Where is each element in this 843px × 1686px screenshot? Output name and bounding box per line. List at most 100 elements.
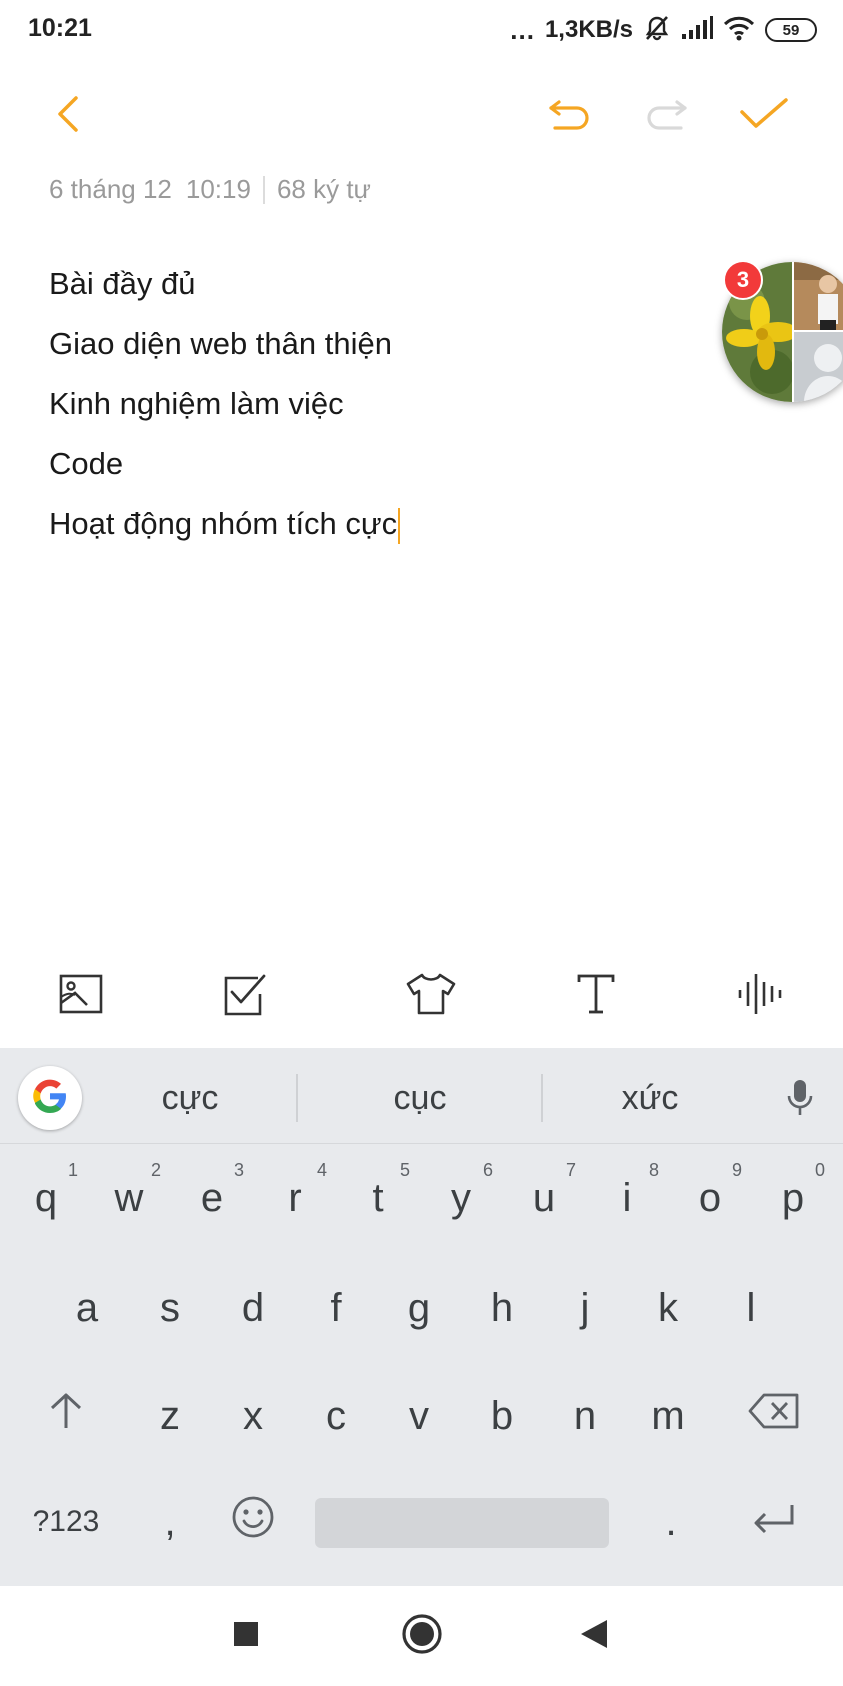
enter-key[interactable] [734, 1474, 814, 1570]
key-z[interactable]: z [130, 1368, 210, 1464]
checklist-button[interactable] [209, 960, 281, 1032]
back-triangle-icon [579, 1618, 609, 1655]
suggestion-2[interactable]: cục [340, 1072, 500, 1124]
enter-arrow-icon [752, 1500, 796, 1545]
note-time: 10:19 [185, 174, 251, 204]
key-y[interactable]: y6 [421, 1150, 501, 1246]
backspace-icon [748, 1393, 800, 1439]
google-logo-button[interactable] [18, 1066, 82, 1130]
key-u[interactable]: u7 [504, 1150, 584, 1246]
key-r[interactable]: r4 [255, 1150, 335, 1246]
note-editor[interactable]: Bài đầy đủ Giao diện web thân thiện Kinh… [49, 254, 689, 554]
note-date: 6 tháng 12 [49, 174, 172, 204]
note-line: Giao diện web thân thiện [49, 326, 392, 361]
text-format-button[interactable] [560, 960, 632, 1032]
suggestion-divider [296, 1074, 298, 1122]
key-label: q [34, 1175, 58, 1220]
home-circle-icon [401, 1613, 443, 1660]
key-s[interactable]: s [130, 1260, 210, 1356]
key-label: w [114, 1175, 144, 1220]
battery-icon: 59 [765, 18, 817, 42]
text-cursor [398, 507, 401, 544]
recents-button[interactable] [214, 1606, 278, 1666]
key-j[interactable]: j [545, 1260, 625, 1356]
back-button[interactable] [32, 80, 104, 152]
key-hint: 6 [482, 1160, 493, 1180]
key-w[interactable]: w2 [89, 1150, 169, 1246]
microphone-icon [786, 1078, 814, 1123]
key-hint: 2 [150, 1160, 161, 1180]
key-n[interactable]: n [545, 1368, 625, 1464]
key-label: t [372, 1175, 384, 1220]
key-i[interactable]: i8 [587, 1150, 667, 1246]
network-speed: 1,3KB/s [544, 16, 633, 43]
key-p[interactable]: p0 [753, 1150, 833, 1246]
key-label: o [698, 1175, 722, 1220]
key-m[interactable]: m [628, 1368, 708, 1464]
key-x[interactable]: x [213, 1368, 293, 1464]
key-a[interactable]: a [47, 1260, 127, 1356]
key-hint: 7 [565, 1160, 576, 1180]
key-k[interactable]: k [628, 1260, 708, 1356]
key-c[interactable]: c [296, 1368, 376, 1464]
voice-wave-icon [736, 972, 784, 1021]
smiley-icon [231, 1495, 275, 1549]
key-hint: 9 [731, 1160, 742, 1180]
key-v[interactable]: v [379, 1368, 459, 1464]
theme-button[interactable] [395, 960, 467, 1032]
signal-icon [681, 15, 713, 45]
undo-icon [547, 94, 593, 139]
key-label: y [451, 1175, 471, 1220]
key-d[interactable]: d [213, 1260, 293, 1356]
insert-image-button[interactable] [45, 960, 117, 1032]
suggestion-divider [541, 1074, 543, 1122]
spacebar[interactable] [315, 1498, 609, 1548]
checkmark-icon [739, 96, 789, 137]
emoji-key[interactable] [213, 1474, 293, 1570]
done-button[interactable] [728, 80, 800, 152]
period-key[interactable]: . [631, 1474, 711, 1570]
key-h[interactable]: h [462, 1260, 542, 1356]
checklist-icon [222, 972, 268, 1021]
key-label: r [288, 1175, 302, 1220]
key-hint: 8 [648, 1160, 659, 1180]
status-icons: ... 1,3KB/s 59 [510, 12, 817, 48]
symbols-key[interactable]: ?123 [16, 1474, 116, 1570]
key-hint: 1 [67, 1160, 78, 1180]
chevron-left-icon [54, 94, 82, 139]
note-line: Bài đầy đủ [49, 266, 196, 301]
redo-icon [643, 94, 689, 139]
undo-button[interactable] [534, 80, 606, 152]
key-b[interactable]: b [462, 1368, 542, 1464]
key-hint: 3 [233, 1160, 244, 1180]
text-format-icon [576, 972, 616, 1021]
key-e[interactable]: e3 [172, 1150, 252, 1246]
home-button[interactable] [390, 1606, 454, 1666]
image-icon [58, 973, 104, 1020]
note-line: Code [49, 446, 124, 481]
back-nav-button[interactable] [562, 1606, 626, 1666]
key-o[interactable]: o9 [670, 1150, 750, 1246]
voice-record-button[interactable] [724, 960, 796, 1032]
unread-badge: 3 [723, 260, 763, 300]
voice-input-button[interactable] [776, 1076, 824, 1124]
recents-square-icon [232, 1620, 260, 1653]
suggestion-1[interactable]: cực [110, 1072, 270, 1124]
key-label: p [781, 1175, 805, 1220]
shift-key[interactable] [26, 1368, 106, 1464]
key-q[interactable]: q1 [6, 1150, 86, 1246]
comma-key[interactable]: , [130, 1474, 210, 1570]
suggestion-3[interactable]: xức [570, 1072, 730, 1124]
key-g[interactable]: g [379, 1260, 459, 1356]
key-f[interactable]: f [296, 1260, 376, 1356]
note-line-last: Hoạt động nhóm tích cực [49, 494, 689, 554]
theme-shirt-icon [404, 972, 458, 1021]
backspace-key[interactable] [734, 1368, 814, 1464]
key-hint: 4 [316, 1160, 327, 1180]
meta-divider [262, 175, 265, 204]
key-t[interactable]: t5 [338, 1150, 418, 1246]
key-l[interactable]: l [711, 1260, 791, 1356]
note-line: Kinh nghiệm làm việc [49, 386, 344, 421]
google-g-icon [30, 1076, 70, 1121]
redo-button[interactable] [630, 80, 702, 152]
